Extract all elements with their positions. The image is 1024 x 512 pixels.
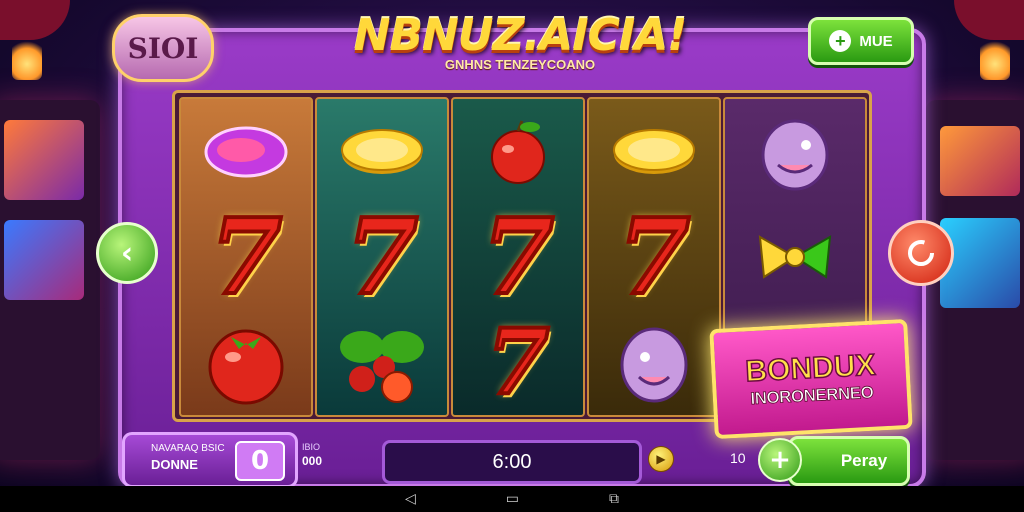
reel-3-symbol-1	[453, 99, 583, 204]
title-area: NBNUZ.AICIA! GNHNS TENZEYCOANO	[300, 10, 740, 72]
dolphin-icon	[761, 119, 829, 190]
previous-button[interactable]: ‹	[96, 222, 158, 284]
coin-icon[interactable]: ▶	[648, 446, 674, 472]
reel-2: 7	[315, 97, 449, 417]
play-button-label: Peray	[840, 451, 888, 470]
game-logo: SIOI	[112, 14, 214, 82]
add-coins-button[interactable]: + MUE	[808, 17, 914, 65]
chevron-left-icon: ‹	[120, 235, 134, 271]
bet-value: 000	[302, 454, 323, 468]
reel-3: 7 7	[451, 97, 585, 417]
reel-3-symbol-2: 7	[453, 194, 583, 318]
reel-4-symbol-3	[589, 309, 719, 414]
reel-3-symbol-3: 7	[453, 309, 583, 414]
left-arcade-cabinet	[0, 100, 100, 460]
reel-5-symbol-2	[725, 204, 865, 309]
reel-4-symbol-2: 7	[589, 194, 719, 318]
candy-icon	[204, 126, 288, 177]
tomato-icon	[208, 329, 284, 404]
apple-icon	[491, 119, 545, 184]
back-icon[interactable]: ◁	[405, 491, 416, 507]
plus-icon: +	[829, 30, 852, 52]
balance-label: DONNE	[151, 457, 198, 472]
right-lamp	[980, 40, 1010, 80]
seven-icon: 7	[208, 194, 284, 318]
reel-4: 7	[587, 97, 721, 417]
left-curtain	[0, 0, 70, 40]
count-value: 10	[730, 450, 746, 466]
reel-2-symbol-2: 7	[317, 194, 447, 318]
left-cabinet-screen	[4, 120, 84, 200]
reel-1-symbol-3	[181, 309, 311, 414]
balance-value: 0	[235, 441, 285, 481]
reel-1-symbol-2: 7	[181, 194, 311, 318]
refresh-icon	[908, 240, 934, 266]
right-cabinet-screen	[940, 126, 1020, 196]
seven-icon: 7	[344, 194, 420, 318]
reel-5-symbol-1	[725, 99, 865, 204]
cherries-icon	[340, 330, 424, 403]
plus-icon: +	[769, 445, 791, 475]
add-button-label: MUE	[859, 32, 893, 50]
play-button[interactable]: Peray	[788, 436, 910, 486]
bet-small-label: IBIO	[302, 442, 321, 452]
home-icon[interactable]: ▭	[506, 491, 519, 507]
system-navigation-bar: ◁ ▭ ⧉	[0, 486, 1024, 512]
reel-1-symbol-1	[181, 99, 311, 204]
left-lamp	[12, 40, 42, 80]
logo-text: SIOI	[127, 31, 199, 65]
left-cabinet-screen-2	[4, 220, 84, 300]
seven-icon: 7	[485, 308, 552, 415]
right-arcade-cabinet	[926, 100, 1024, 460]
reel-2-symbol-1	[317, 99, 447, 204]
right-curtain	[954, 0, 1024, 40]
increase-bet-button[interactable]: +	[758, 438, 802, 482]
bow-icon	[758, 234, 832, 279]
balance-panel: NAVARAQ BSIC DONNE 0	[122, 432, 298, 488]
balance-small-label: NAVARAQ BSIC	[151, 443, 225, 454]
game-title: NBNUZ.AICIA!	[353, 10, 688, 61]
seven-icon: 7	[616, 194, 692, 318]
recents-icon[interactable]: ⧉	[609, 491, 619, 507]
dolphin-icon	[620, 327, 688, 402]
gold-coin-icon	[341, 128, 423, 174]
reel-1: 7	[179, 97, 313, 417]
bonus-banner: BONDUX INORONERNEO	[709, 318, 913, 440]
refresh-button[interactable]	[888, 220, 954, 286]
seven-icon: 7	[480, 194, 556, 318]
reel-2-symbol-3	[317, 309, 447, 414]
bottom-bar: NAVARAQ BSIC DONNE 0 IBIO 000 6:00 ▶ 10 …	[118, 428, 924, 488]
gold-coin-icon	[613, 128, 695, 174]
reel-4-symbol-1	[589, 99, 719, 204]
timer-display: 6:00	[382, 440, 642, 484]
